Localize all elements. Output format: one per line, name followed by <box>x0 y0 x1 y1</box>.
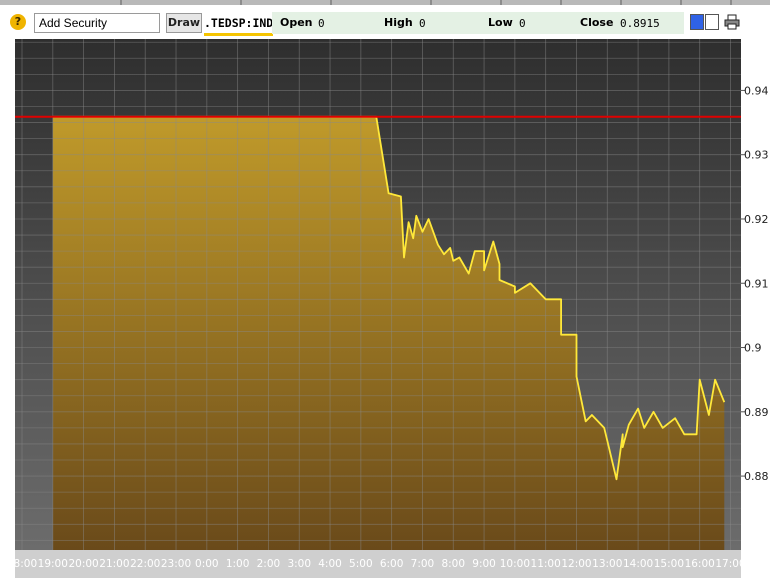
y-tick-label: 0.89 <box>744 406 769 419</box>
y-tick-label: 0.94 <box>744 84 769 97</box>
x-tick-label: 9:00 <box>472 558 496 570</box>
y-tick-label: 0.92 <box>744 213 769 226</box>
x-tick-label: 15:00 <box>654 558 684 570</box>
y-tick-label: 0.88 <box>744 470 769 483</box>
high-value: 0 <box>419 17 426 30</box>
x-tick-label: 10:00 <box>500 558 530 570</box>
print-icon[interactable] <box>724 14 740 30</box>
x-tick-label: 22:00 <box>130 558 160 570</box>
x-tick-label: 17:00 <box>715 558 745 570</box>
close-label: Close <box>580 16 614 29</box>
add-security-input[interactable]: Add Security <box>34 13 160 33</box>
x-tick-label: 2:00 <box>257 558 281 570</box>
open-value: 0 <box>318 17 325 30</box>
y-tick-label: 0.91 <box>744 277 769 290</box>
close-value: 0.8915 <box>620 17 660 30</box>
open-label: Open <box>280 16 313 29</box>
x-tick-label: 16:00 <box>685 558 715 570</box>
x-tick-label: 1:00 <box>226 558 250 570</box>
ticker-symbol[interactable]: .TEDSP:IND <box>204 13 274 36</box>
low-value: 0 <box>519 17 526 30</box>
price-chart[interactable]: 18:00 19:00 20:00 21:00 22:00 23:00 0:00 1:00 2:… <box>0 0 770 578</box>
x-tick-label: 8:00 <box>441 558 465 570</box>
toolbar: ? Add Security Draw .TEDSP:IND Open 0 Hi… <box>0 5 770 36</box>
low-label: Low <box>488 16 513 29</box>
y-tick-label: 0.93 <box>744 149 769 162</box>
x-tick-label: 6:00 <box>380 558 404 570</box>
x-tick-label: 7:00 <box>411 558 435 570</box>
x-tick-label: 11:00 <box>531 558 561 570</box>
x-tick-label: 0:00 <box>195 558 219 570</box>
x-tick-label: 5:00 <box>349 558 373 570</box>
x-tick-label: 4:00 <box>318 558 342 570</box>
draw-button[interactable]: Draw <box>166 13 202 33</box>
series-color-swatch[interactable] <box>690 14 704 30</box>
x-tick-label: 21:00 <box>99 558 129 570</box>
x-tick-label: 23:00 <box>161 558 191 570</box>
x-tick-label: 19:00 <box>38 558 68 570</box>
y-tick-label: 0.9 <box>744 342 762 355</box>
x-tick-label: 12:00 <box>561 558 591 570</box>
x-tick-label: 14:00 <box>623 558 653 570</box>
high-label: High <box>384 16 413 29</box>
x-tick-label: 3:00 <box>287 558 311 570</box>
background-color-swatch[interactable] <box>705 14 719 30</box>
x-tick-label: 18:00 <box>7 558 37 570</box>
x-tick-label: 13:00 <box>592 558 622 570</box>
help-icon[interactable]: ? <box>10 14 26 30</box>
x-tick-label: 20:00 <box>68 558 98 570</box>
